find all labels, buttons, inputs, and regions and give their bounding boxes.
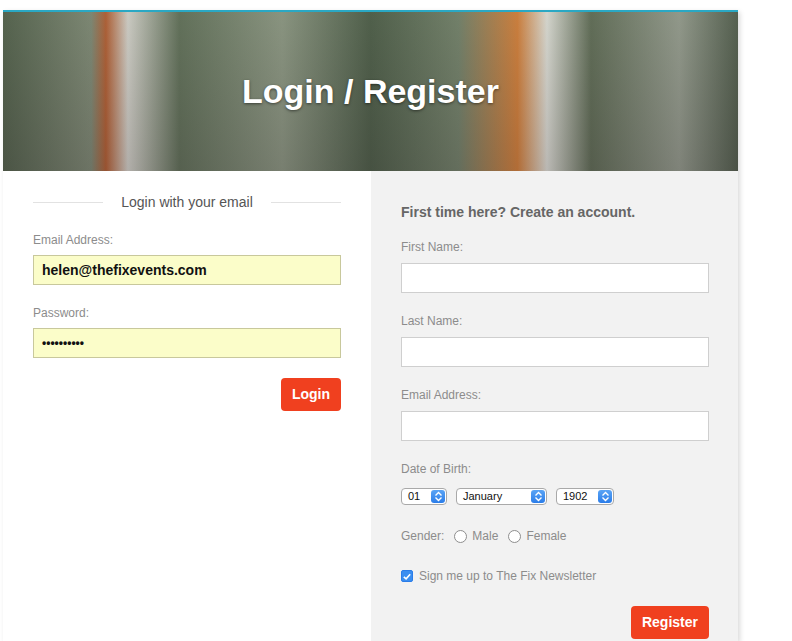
register-panel: First time here? Create an account. First… [371, 171, 738, 641]
newsletter-option[interactable]: Sign me up to The Fix Newsletter [401, 568, 709, 584]
register-heading: First time here? Create an account. [401, 203, 709, 221]
gender-option[interactable]: Female [508, 528, 566, 544]
dob-day-select[interactable]: 01 [401, 488, 447, 505]
login-field: Password: •••••••••• [33, 305, 341, 358]
register-field: First Name: [401, 239, 709, 293]
panels: Login with your email Email Address: helen… [3, 171, 738, 641]
newsletter-label: Sign me up to The Fix Newsletter [419, 568, 596, 584]
select-arrow-icon [531, 490, 545, 503]
up-down-icon [601, 491, 610, 502]
radio-button[interactable] [508, 530, 521, 543]
select-value: 01 [408, 489, 420, 504]
gender-field: Gender: Male Female [401, 528, 709, 544]
text-input[interactable] [401, 263, 709, 293]
up-down-icon [434, 491, 443, 502]
register-button-row: Register [401, 604, 709, 639]
dob-month-select[interactable]: January [456, 488, 547, 505]
page: Login / Register Login with your email Ema… [0, 0, 792, 641]
login-heading-text: Login with your email [121, 194, 253, 210]
email-input[interactable]: helen@thefixevents.com [33, 255, 341, 285]
field-label: Date of Birth: [401, 461, 709, 477]
login-register-card: Login / Register Login with your email Ema… [3, 10, 738, 641]
text-input[interactable] [401, 411, 709, 441]
password-input[interactable]: •••••••••• [33, 328, 341, 358]
gender-label: Gender: [401, 528, 444, 544]
gender-option-label: Female [526, 528, 566, 544]
dob-year-select[interactable]: 1902 [556, 488, 614, 505]
select-value: 1902 [563, 489, 587, 504]
field-label: Email Address: [33, 232, 341, 248]
hero-banner: Login / Register [3, 12, 738, 171]
field-label: Last Name: [401, 313, 709, 329]
register-field: Email Address: [401, 387, 709, 441]
login-button[interactable]: Login [281, 378, 341, 411]
heading-rule [271, 202, 341, 203]
login-field: Email Address: helen@thefixevents.com [33, 232, 341, 285]
field-label: Email Address: [401, 387, 709, 403]
gender-option-label: Male [472, 528, 498, 544]
login-heading: Login with your email [33, 193, 341, 211]
radio-button[interactable] [454, 530, 467, 543]
check-icon [402, 571, 412, 582]
page-title: Login / Register [242, 72, 499, 111]
heading-rule [33, 202, 103, 203]
field-label: Password: [33, 305, 341, 321]
up-down-icon [534, 491, 543, 502]
dob-field: Date of Birth: 01 January 1902 [401, 461, 709, 505]
field-label: First Name: [401, 239, 709, 255]
register-button[interactable]: Register [631, 606, 709, 639]
text-input[interactable] [401, 337, 709, 367]
gender-option[interactable]: Male [454, 528, 498, 544]
dob-selects: 01 January 1902 [401, 488, 709, 505]
select-value: January [463, 489, 502, 504]
newsletter-checkbox[interactable] [401, 570, 413, 582]
login-panel: Login with your email Email Address: helen… [3, 171, 371, 641]
select-arrow-icon [431, 490, 445, 503]
login-button-row: Login [33, 378, 341, 411]
select-arrow-icon [598, 490, 612, 503]
register-field: Last Name: [401, 313, 709, 367]
